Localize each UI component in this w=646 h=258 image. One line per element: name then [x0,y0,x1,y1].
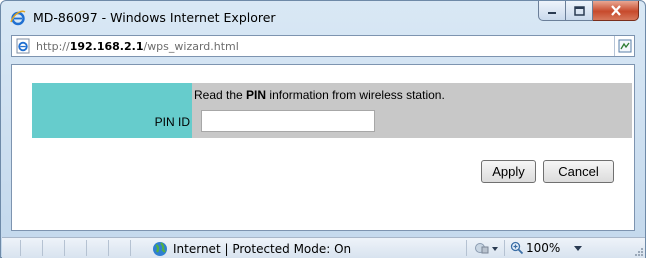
globe-icon [153,241,167,256]
resize-grip-icon[interactable] [632,245,644,257]
status-divider [108,240,109,256]
maximize-icon [573,5,585,16]
url-text[interactable]: http://192.168.2.1/wps_wizard.html [36,40,239,53]
status-divider [20,240,21,256]
instruction-text-suffix: information from wireless station. [266,88,445,102]
apply-button[interactable]: Apply [481,160,536,183]
chevron-down-icon [574,246,583,251]
page-content: Read the PIN information from wireless s… [11,64,635,231]
pin-id-label: PIN ID [154,115,190,129]
minimize-button[interactable] [538,1,566,21]
security-zone[interactable]: Internet | Protected Mode: On [152,240,351,257]
close-button[interactable] [593,1,639,21]
instruction-text-prefix: Read the [194,88,247,102]
maximize-button[interactable] [566,1,593,21]
zoom-control[interactable]: 100% [510,241,584,255]
url-host: 192.168.2.1 [69,40,144,53]
title-bar[interactable]: MD-86097 - Windows Internet Explorer [1,1,645,35]
status-divider [466,240,467,256]
compatibility-view-icon [618,39,631,53]
status-divider [64,240,65,256]
status-divider [86,240,87,256]
close-icon [610,5,621,16]
window-title: MD-86097 - Windows Internet Explorer [33,10,276,25]
window-controls [538,1,639,21]
status-divider [130,240,131,256]
address-bar[interactable]: http://192.168.2.1/wps_wizard.html [11,35,635,57]
instruction-text-bold: PIN [246,88,267,102]
security-zone-text: Internet | Protected Mode: On [173,241,352,256]
label-cell [32,83,192,138]
cancel-button[interactable]: Cancel [543,160,614,183]
status-divider [504,240,505,256]
protected-mode-button[interactable] [474,241,500,255]
minimize-icon [548,11,556,14]
status-bar: Internet | Protected Mode: On 100% [2,237,645,258]
wps-pin-form: Read the PIN information from wireless s… [32,83,632,138]
pin-instruction: Read the PIN information from wireless s… [194,88,445,102]
pin-id-input[interactable] [201,110,375,132]
compatibility-view-button[interactable] [614,36,634,56]
zoom-level: 100% [526,241,561,255]
browser-window: MD-86097 - Windows Internet Explorer htt… [0,0,646,258]
lock-settings-icon [475,243,498,254]
page-icon [16,38,30,54]
url-path: /wps_wizard.html [143,40,239,53]
status-divider [42,240,43,256]
zoom-icon [510,241,524,255]
url-scheme: http:// [36,40,70,53]
internet-explorer-icon [10,10,26,26]
